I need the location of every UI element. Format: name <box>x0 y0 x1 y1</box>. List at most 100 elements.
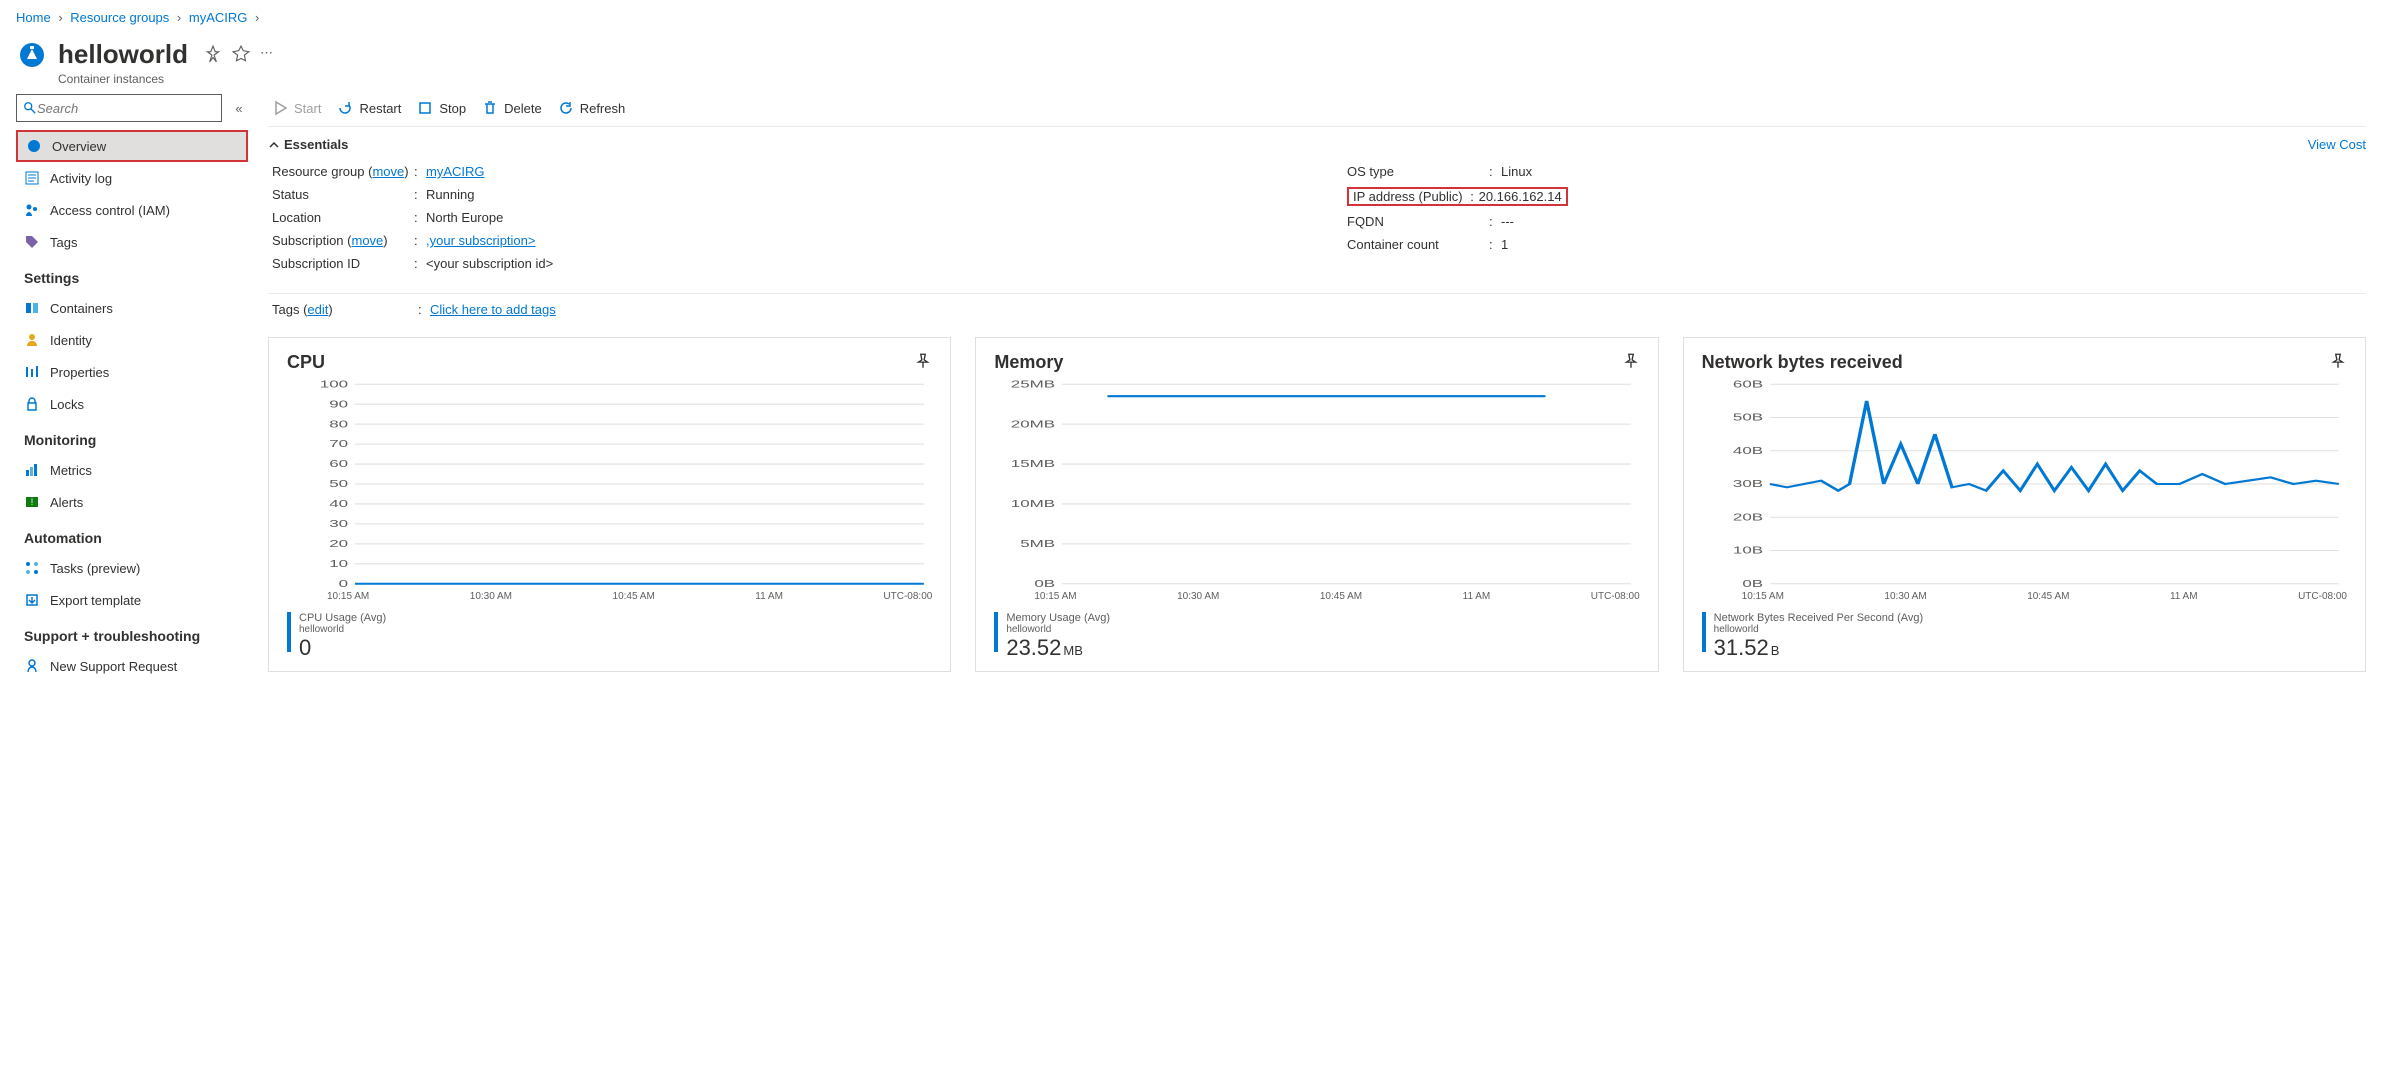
metrics-icon <box>24 462 40 478</box>
pin-icon[interactable] <box>204 45 222 63</box>
metric-unit: B <box>1771 643 1780 658</box>
activity-log-icon <box>24 170 40 186</box>
svg-text:40B: 40B <box>1733 444 1763 456</box>
pin-icon[interactable] <box>1622 352 1640 373</box>
properties-icon <box>24 364 40 380</box>
essentials-grid: Resource group (move) : myACIRG Status :… <box>268 154 2366 289</box>
tags-row: Tags (edit) : Click here to add tags <box>268 293 2366 327</box>
view-cost-link[interactable]: View Cost <box>2308 137 2366 152</box>
tag-icon <box>24 234 40 250</box>
stop-button[interactable]: Stop <box>417 100 466 116</box>
containers-icon <box>24 300 40 316</box>
value-os: Linux <box>1501 164 1532 179</box>
svg-text:20: 20 <box>329 537 348 549</box>
svg-text:5MB: 5MB <box>1021 537 1056 549</box>
ip-highlight: IP address (Public) : 20.166.162.14 <box>1347 187 1568 206</box>
chart-plot: 0102030405060708090100 <box>287 379 932 589</box>
label-ip: IP address (Public) <box>1353 189 1463 204</box>
label-status: Status <box>272 187 414 202</box>
metric-host: helloworld <box>299 624 386 635</box>
more-icon[interactable]: ⋯ <box>260 45 278 63</box>
star-icon[interactable] <box>232 45 250 63</box>
chevron-up-icon <box>268 139 280 151</box>
svg-text:40: 40 <box>329 497 348 509</box>
sidebar-item-tasks[interactable]: Tasks (preview) <box>16 552 248 584</box>
chart-card: Network bytes received 0B10B20B30B40B50B… <box>1683 337 2366 672</box>
chart-metric: CPU Usage (Avg) helloworld 0 <box>287 612 932 661</box>
svg-text:0B: 0B <box>1035 577 1056 589</box>
svg-text:30B: 30B <box>1733 477 1763 489</box>
sidebar-item-alerts[interactable]: ! Alerts <box>16 486 248 518</box>
sidebar-section-support: Support + troubleshooting <box>16 616 248 650</box>
edit-tags-link[interactable]: edit <box>307 302 328 317</box>
sidebar-section-monitoring: Monitoring <box>16 420 248 454</box>
svg-text:50: 50 <box>329 477 348 489</box>
metric-color-bar <box>994 612 998 652</box>
pin-icon[interactable] <box>914 352 932 373</box>
stop-icon <box>417 100 433 116</box>
search-input[interactable] <box>16 94 222 122</box>
label-cc: Container count <box>1347 237 1489 252</box>
label-location: Location <box>272 210 414 225</box>
sidebar-item-tags[interactable]: Tags <box>16 226 248 258</box>
sidebar-item-properties[interactable]: Properties <box>16 356 248 388</box>
breadcrumb-rg[interactable]: Resource groups <box>70 10 169 25</box>
sidebar-item-containers[interactable]: Containers <box>16 292 248 324</box>
svg-text:0B: 0B <box>1742 577 1763 589</box>
iam-icon <box>24 202 40 218</box>
svg-text:20MB: 20MB <box>1011 418 1055 430</box>
add-tags-link[interactable]: Click here to add tags <box>430 302 556 317</box>
value-subscription[interactable]: ,your subscription> <box>426 233 535 248</box>
svg-text:10: 10 <box>329 557 348 569</box>
chart-plot: 0B5MB10MB15MB20MB25MB <box>994 379 1639 589</box>
metric-name: Network Bytes Received Per Second (Avg) <box>1714 612 1924 624</box>
essentials-header[interactable]: Essentials View Cost <box>268 127 2366 154</box>
page-header: helloworld Container instances ⋯ <box>0 35 2382 94</box>
sidebar-item-metrics[interactable]: Metrics <box>16 454 248 486</box>
svg-text:60: 60 <box>329 458 348 470</box>
tasks-icon <box>24 560 40 576</box>
chart-plot: 0B10B20B30B40B50B60B <box>1702 379 2347 589</box>
metric-value: 31.52 <box>1714 635 1769 660</box>
value-cc: 1 <box>1501 237 1508 252</box>
value-rg[interactable]: myACIRG <box>426 164 485 179</box>
sidebar-item-iam[interactable]: Access control (IAM) <box>16 194 248 226</box>
svg-text:10MB: 10MB <box>1011 497 1055 509</box>
sidebar-item-export[interactable]: Export template <box>16 584 248 616</box>
sidebar-item-support-request[interactable]: New Support Request <box>16 650 248 682</box>
svg-text:30: 30 <box>329 517 348 529</box>
start-button[interactable]: Start <box>272 100 321 116</box>
pin-icon[interactable] <box>2329 352 2347 373</box>
value-ip: 20.166.162.14 <box>1479 189 1562 204</box>
chevron-right-icon: › <box>177 10 181 25</box>
sidebar-item-identity[interactable]: Identity <box>16 324 248 356</box>
breadcrumb-group[interactable]: myACIRG <box>189 10 248 25</box>
restart-button[interactable]: Restart <box>337 100 401 116</box>
collapse-sidebar-icon[interactable]: « <box>230 101 248 116</box>
sidebar-item-activity[interactable]: Activity log <box>16 162 248 194</box>
chart-card: CPU 0102030405060708090100 10:15 AM10:30… <box>268 337 951 672</box>
label-rg: Resource group (move) <box>272 164 414 179</box>
page-subtitle: Container instances <box>58 72 188 86</box>
metric-value: 23.52 <box>1006 635 1061 660</box>
breadcrumb: Home › Resource groups › myACIRG › <box>0 0 2382 35</box>
refresh-button[interactable]: Refresh <box>558 100 626 116</box>
breadcrumb-home[interactable]: Home <box>16 10 51 25</box>
sidebar-item-overview[interactable]: Overview <box>16 130 248 162</box>
trash-icon <box>482 100 498 116</box>
label-os: OS type <box>1347 164 1489 179</box>
metric-color-bar <box>287 612 291 652</box>
chart-xaxis: 10:15 AM10:30 AM10:45 AM11 AMUTC-08:00 <box>1742 591 2347 602</box>
delete-button[interactable]: Delete <box>482 100 542 116</box>
svg-text:60B: 60B <box>1733 379 1763 390</box>
move-sub-link[interactable]: move <box>351 233 383 248</box>
svg-text:0: 0 <box>339 577 349 589</box>
value-fqdn: --- <box>1501 214 1514 229</box>
label-subscription: Subscription (move) <box>272 233 414 248</box>
sidebar-item-locks[interactable]: Locks <box>16 388 248 420</box>
label-fqdn: FQDN <box>1347 214 1489 229</box>
move-rg-link[interactable]: move <box>372 164 404 179</box>
toolbar: Start Restart Stop Delete Refresh <box>268 94 2366 127</box>
svg-text:25MB: 25MB <box>1011 379 1055 390</box>
value-subid: <your subscription id> <box>426 256 553 271</box>
